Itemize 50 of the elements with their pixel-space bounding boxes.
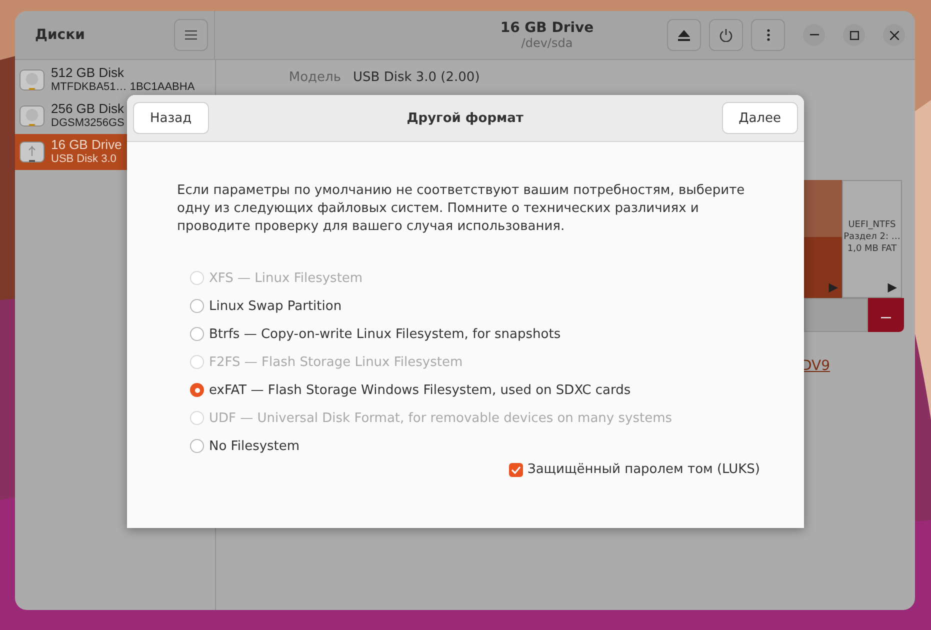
partition-name: UEFI_NTFS	[848, 219, 896, 231]
radio-button[interactable]	[190, 299, 204, 313]
eject-icon	[678, 30, 690, 40]
partition-size: 1,0 MB FAT	[847, 243, 897, 255]
option-label: XFS — Linux Filesystem	[209, 270, 363, 286]
dialog-title: Другой формат	[406, 110, 524, 126]
minimize-icon	[810, 34, 818, 36]
eject-button[interactable]	[667, 19, 701, 51]
option-label: F2FS — Flash Storage Linux Filesystem	[209, 354, 463, 370]
minus-icon	[881, 316, 891, 318]
drive-name: 256 GB Disk	[51, 101, 124, 116]
menu-icon	[185, 30, 197, 40]
minimize-button[interactable]	[803, 24, 825, 46]
next-button[interactable]: Далее	[722, 102, 798, 134]
device-path: /dev/sda	[521, 36, 573, 50]
play-icon: ▶	[828, 280, 838, 294]
checkbox-label: Защищённый паролем том (LUKS)	[528, 462, 760, 477]
more-icon	[766, 29, 770, 41]
partition-detail: Раздел 2: …	[844, 231, 900, 243]
checkbox[interactable]	[508, 462, 522, 476]
drive-name: 16 GB Drive	[51, 137, 122, 152]
close-button[interactable]	[883, 24, 905, 46]
partition-block[interactable]: UEFI_NTFS Раздел 2: … 1,0 MB FAT ▶	[842, 180, 902, 298]
detail-value: USB Disk 3.0 (2.00)	[353, 70, 480, 85]
drive-detail: MTFDKBA51… 1BC1AABHA	[51, 80, 195, 95]
back-button[interactable]: Назад	[133, 102, 209, 134]
radio-button[interactable]	[190, 439, 204, 453]
menu-button[interactable]	[174, 19, 208, 51]
usb-drive-icon	[19, 139, 45, 165]
play-icon: ▶	[888, 281, 901, 297]
intro-text: Если параметры по умолчанию не соответствуют вашим потребностям, выберите одну из следующих файловых систем. Помните о технических различиях и проводите проверку для вашего случая использования.	[177, 182, 746, 236]
radio-button[interactable]	[190, 327, 204, 341]
option-label: Linux Swap Partition	[209, 298, 342, 314]
sidebar-title: Диски	[35, 27, 85, 43]
drive-detail: USB Disk 3.0	[51, 152, 118, 167]
option-label: exFAT — Flash Storage Windows Filesystem, used on SDXC cards	[209, 382, 631, 398]
option-label: UDF — Universal Disk Format, for removable devices on many systems	[209, 410, 672, 426]
detail-label: Модель	[288, 70, 341, 85]
window-title: 16 GB Drive	[500, 20, 594, 36]
option-label: Btrfs — Copy-on-write Linux Filesystem, for snapshots	[209, 326, 561, 342]
close-icon	[890, 30, 898, 40]
maximize-icon	[850, 30, 858, 40]
drive-name: 512 GB Disk	[51, 65, 125, 80]
maximize-button[interactable]	[843, 24, 865, 46]
option-label: No Filesystem	[209, 438, 300, 454]
power-icon	[719, 28, 733, 42]
drive-detail: DGSM3256GS	[51, 116, 124, 131]
drive-item[interactable]: 512 GB Disk MTFDKBA51… 1BC1AABHA	[15, 62, 215, 98]
power-button[interactable]	[709, 19, 743, 51]
radio-button[interactable]	[190, 383, 204, 397]
